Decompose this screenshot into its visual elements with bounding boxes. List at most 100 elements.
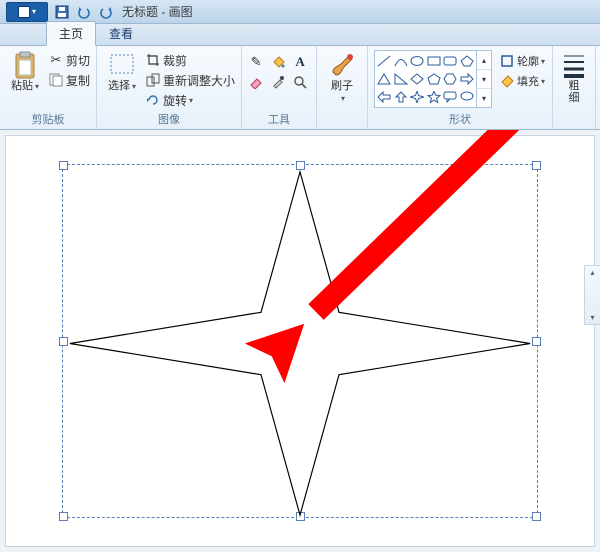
brush-label: 刷子 <box>331 80 353 92</box>
group-tools-label: 工具 <box>246 110 312 129</box>
shape-arrow-up[interactable] <box>393 88 410 106</box>
shapes-more[interactable]: ▾ <box>477 89 491 107</box>
scissors-icon: ✂ <box>48 52 64 68</box>
text-icon: A <box>292 54 308 70</box>
group-brush: 刷子▾ <box>317 46 368 129</box>
text-tool[interactable]: A <box>290 52 312 72</box>
canvas[interactable] <box>6 136 594 546</box>
tab-home[interactable]: 主页 <box>46 21 96 46</box>
resize-icon <box>145 72 161 88</box>
size-button[interactable]: 粗 细 <box>557 48 591 106</box>
tab-view[interactable]: 查看 <box>96 21 146 45</box>
size-icon <box>558 50 590 80</box>
chevron-down-icon: ▾ <box>541 57 545 66</box>
group-image-label: 图像 <box>101 110 237 129</box>
select-button[interactable]: 选择▾ <box>101 48 143 94</box>
shape-curve[interactable] <box>393 52 410 70</box>
group-shapes: ▴ ▾ ▾ 轮廓▾ 填充▾ 形 <box>368 46 553 129</box>
eyedropper-icon <box>270 74 286 90</box>
shape-hexagon[interactable] <box>442 70 459 88</box>
copy-icon <box>48 72 64 88</box>
drawn-shape-star4[interactable] <box>66 168 534 519</box>
rotate-icon <box>145 92 161 108</box>
qat-redo-button[interactable] <box>96 2 116 22</box>
fill-icon <box>499 73 515 89</box>
cut-button[interactable]: ✂ 剪切 <box>46 50 92 70</box>
rotate-button[interactable]: 旋转▾ <box>143 90 237 110</box>
group-brush-label <box>321 114 363 129</box>
pencil-icon: ✎ <box>248 54 264 70</box>
size-label: 粗 细 <box>569 80 580 104</box>
shapes-scroll-down[interactable]: ▾ <box>477 70 491 89</box>
vertical-scrollbar[interactable]: ▴ ▾ <box>584 265 600 325</box>
qat-undo-button[interactable] <box>74 2 94 22</box>
shape-polygon[interactable] <box>459 52 476 70</box>
app-icon <box>18 6 30 18</box>
scroll-up-icon: ▴ <box>590 268 594 277</box>
outline-icon <box>499 53 515 69</box>
group-tools: ✎ A <box>242 46 317 129</box>
pencil-tool[interactable]: ✎ <box>246 52 268 72</box>
chevron-down-icon: ▾ <box>132 82 136 91</box>
group-color1: 颜 色 1 <box>596 46 600 129</box>
outline-button[interactable]: 轮廓▾ <box>496 51 548 71</box>
outline-label: 轮廓 <box>517 53 539 69</box>
copy-button[interactable]: 复制 <box>46 70 92 90</box>
save-icon <box>55 5 69 19</box>
ribbon-tabs: 主页 查看 <box>0 24 600 46</box>
magnifier-tool[interactable] <box>290 72 312 92</box>
copy-label: 复制 <box>66 72 90 89</box>
shape-right-triangle[interactable] <box>393 70 410 88</box>
brush-icon <box>326 50 358 80</box>
shapes-gallery[interactable]: ▴ ▾ ▾ <box>374 50 492 108</box>
ribbon: 粘贴▾ ✂ 剪切 复制 剪贴板 <box>0 46 600 130</box>
shape-rect[interactable] <box>426 52 443 70</box>
select-icon <box>106 50 138 80</box>
scroll-down-icon: ▾ <box>590 313 594 322</box>
eraser-icon <box>248 74 264 90</box>
eyedropper-tool[interactable] <box>268 72 290 92</box>
group-clipboard: 粘贴▾ ✂ 剪切 复制 剪贴板 <box>0 46 97 129</box>
fill-button[interactable]: 填充▾ <box>496 71 548 91</box>
shape-arrow-right[interactable] <box>459 70 476 88</box>
cut-label: 剪切 <box>66 52 90 69</box>
qat-save-button[interactable] <box>52 2 72 22</box>
fill-tool[interactable] <box>268 52 290 72</box>
system-menu[interactable]: ▾ <box>6 2 48 22</box>
window-title: 无标题 - 画图 <box>118 3 594 20</box>
rotate-label: 旋转 <box>163 92 187 109</box>
brush-button[interactable]: 刷子▾ <box>321 48 363 106</box>
fill-label: 填充 <box>517 73 539 89</box>
shape-oval[interactable] <box>409 52 426 70</box>
group-shapes-label: 形状 <box>372 110 548 129</box>
shape-diamond[interactable] <box>409 70 426 88</box>
crop-button[interactable]: 裁剪 <box>143 50 237 70</box>
resize-button[interactable]: 重新调整大小 <box>143 70 237 90</box>
clipboard-icon <box>9 50 41 80</box>
shape-roundrect[interactable] <box>442 52 459 70</box>
crop-label: 裁剪 <box>163 52 187 69</box>
resize-label: 重新调整大小 <box>163 72 235 89</box>
paste-button[interactable]: 粘贴▾ <box>4 48 46 94</box>
eraser-tool[interactable] <box>246 72 268 92</box>
shape-cloud[interactable] <box>459 88 476 106</box>
shape-pentagon[interactable] <box>426 70 443 88</box>
group-size: 粗 细 <box>553 46 596 129</box>
shape-star5[interactable] <box>426 88 443 106</box>
shape-triangle[interactable] <box>376 70 393 88</box>
shape-arrow-left[interactable] <box>376 88 393 106</box>
shapes-scroll-up[interactable]: ▴ <box>477 51 491 70</box>
shapes-scroll: ▴ ▾ ▾ <box>476 51 491 107</box>
bucket-icon <box>270 54 286 70</box>
chevron-down-icon: ▾ <box>541 77 545 86</box>
crop-icon <box>145 52 161 68</box>
shape-callout[interactable] <box>442 88 459 106</box>
shape-star4[interactable] <box>409 88 426 106</box>
shape-line[interactable] <box>376 52 393 70</box>
shapes-grid <box>375 51 476 107</box>
group-image: 选择▾ 裁剪 重新调整大小 <box>97 46 242 129</box>
redo-icon <box>99 5 113 19</box>
magnifier-icon <box>292 74 308 90</box>
chevron-down-icon: ▾ <box>189 96 193 105</box>
paste-label: 粘贴 <box>11 80 33 92</box>
